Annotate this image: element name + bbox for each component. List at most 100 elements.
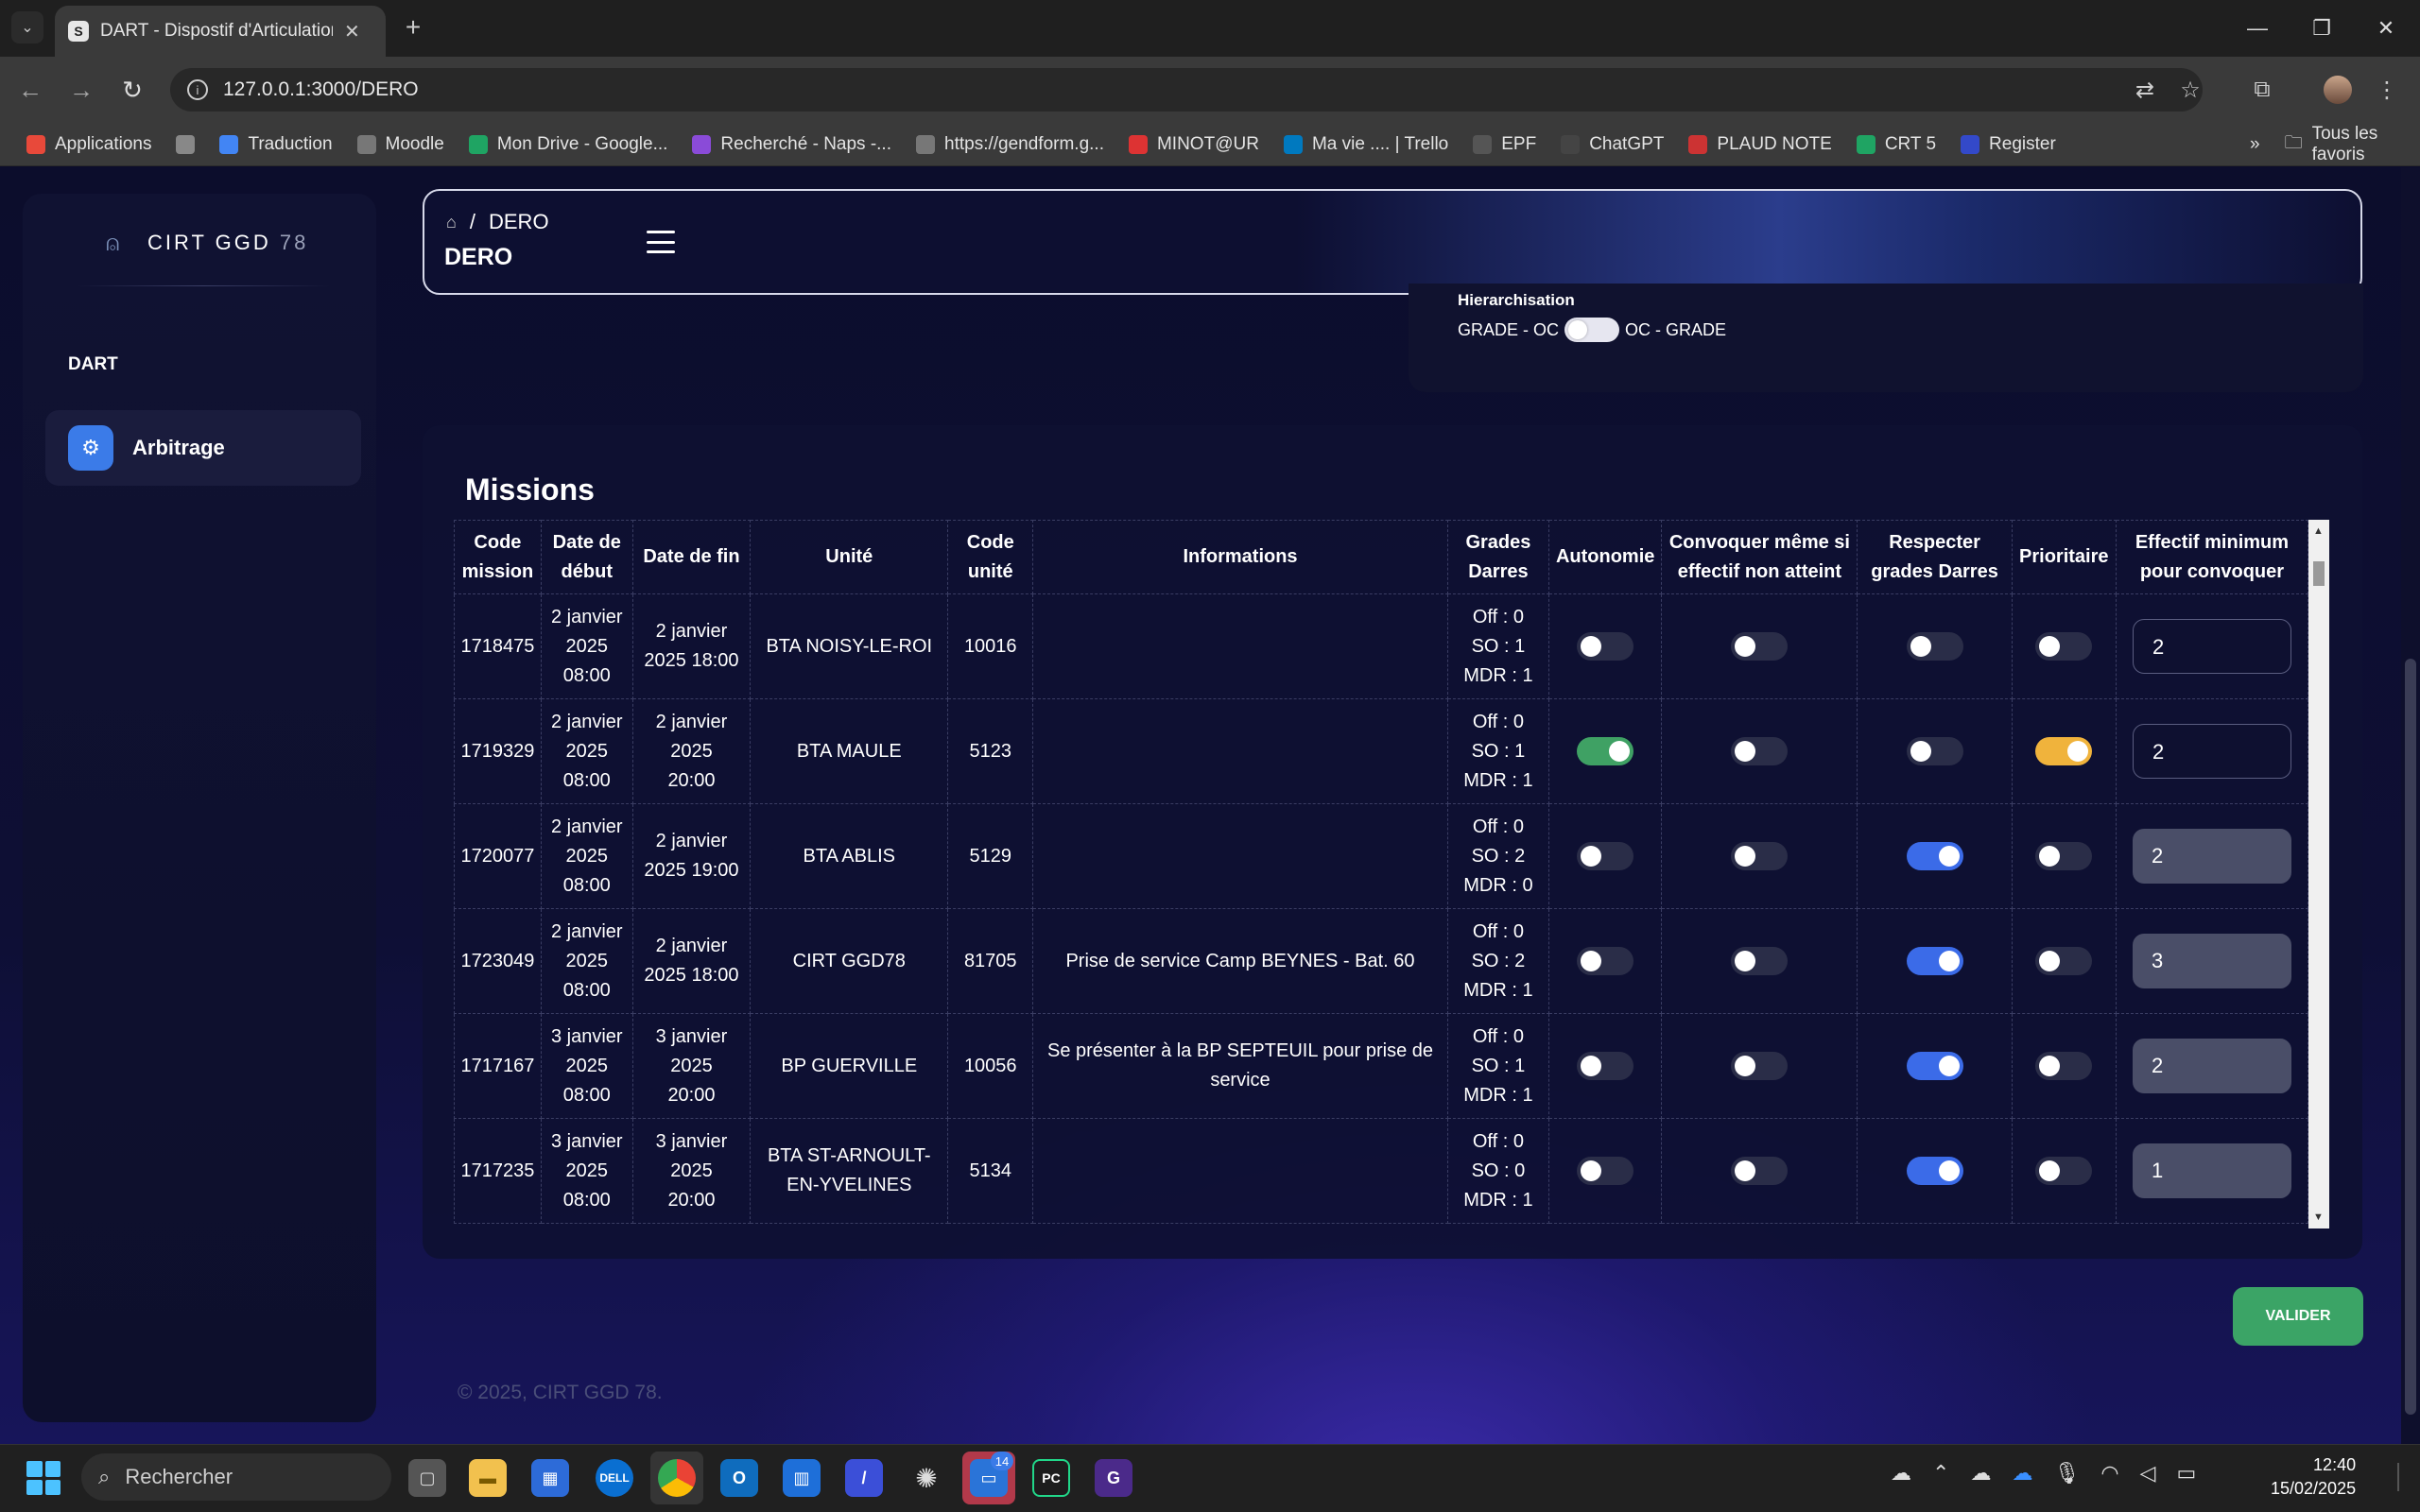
task-view-icon[interactable]: ▢: [408, 1459, 446, 1497]
extensions-icon[interactable]: ⧉: [2246, 74, 2278, 106]
file-explorer-icon[interactable]: ▬: [469, 1459, 507, 1497]
respecter-grades-toggle[interactable]: [1906, 737, 1963, 766]
close-tab-icon[interactable]: ✕: [344, 20, 360, 43]
convoquer-toggle[interactable]: [1731, 632, 1789, 662]
table-scrollbar[interactable]: ▲ ▼: [2308, 520, 2329, 1228]
bookmark-star-icon[interactable]: ☆: [2174, 74, 2206, 106]
page-scrollbar-thumb[interactable]: [2405, 659, 2416, 1415]
windows-start-icon[interactable]: [26, 1461, 60, 1495]
sidebar-section-title: DART: [68, 354, 118, 374]
show-desktop-button[interactable]: [2397, 1463, 2411, 1491]
respecter-grades-toggle[interactable]: [1906, 1157, 1963, 1186]
convoquer-toggle[interactable]: [1731, 737, 1789, 766]
convoquer-toggle[interactable]: [1731, 947, 1789, 976]
bookmark-item[interactable]: Ma vie .... | Trello: [1283, 134, 1448, 155]
reload-icon[interactable]: ↻: [113, 71, 151, 109]
bookmark-item[interactable]: EPF: [1473, 134, 1536, 155]
bookmark-item[interactable]: MINOT@UR: [1128, 134, 1259, 155]
sidebar-brand[interactable]: ⍝ CIRT GGD 78: [106, 231, 308, 256]
volume-icon[interactable]: ◁: [2140, 1461, 2156, 1486]
prioritaire-toggle[interactable]: [2035, 1157, 2093, 1186]
bookmark-item[interactable]: PLAUD NOTE: [1688, 134, 1832, 155]
weather-icon[interactable]: ☁: [1891, 1461, 1911, 1486]
hierarchisation-toggle[interactable]: [1564, 318, 1620, 342]
chrome-icon[interactable]: [658, 1459, 696, 1497]
onedrive-blue-icon[interactable]: ☁: [2012, 1461, 2032, 1486]
prioritaire-toggle[interactable]: [2035, 737, 2093, 766]
respecter-grades-toggle[interactable]: [1906, 632, 1963, 662]
pycharm-icon[interactable]: PC: [1032, 1459, 1070, 1497]
bookmark-item[interactable]: Register: [1961, 134, 2056, 155]
convoquer-toggle[interactable]: [1731, 842, 1789, 871]
microphone-icon[interactable]: 🎙: [2053, 1461, 2080, 1486]
taskbar-clock[interactable]: 12:40 15/02/2025: [2271, 1453, 2356, 1501]
app-g-icon[interactable]: G: [1095, 1459, 1132, 1497]
tray-chevron-icon[interactable]: ⌃: [1932, 1461, 1949, 1486]
browser-tab[interactable]: S DART - Dispostif d'Articulation de ✕: [55, 6, 386, 57]
new-tab-button[interactable]: +: [397, 11, 429, 43]
scroll-up-icon[interactable]: ▲: [2313, 525, 2324, 537]
bookmark-item[interactable]: [176, 134, 196, 154]
hamburger-menu-icon[interactable]: [647, 231, 675, 253]
trello-icon[interactable]: ▥: [783, 1459, 821, 1497]
wifi-icon[interactable]: ◠: [2100, 1461, 2118, 1486]
convoquer-toggle[interactable]: [1731, 1052, 1789, 1081]
tab-search-button[interactable]: ⌄: [11, 11, 43, 43]
bookmark-item[interactable]: Mon Drive - Google...: [468, 134, 667, 155]
menu-kebab-icon[interactable]: ⋮: [2371, 74, 2403, 106]
bookmark-item[interactable]: Applications: [26, 134, 151, 155]
close-window-icon[interactable]: ✕: [2367, 13, 2405, 43]
bookmark-item[interactable]: ChatGPT: [1561, 134, 1664, 155]
effectif-minimum-input[interactable]: 2: [2132, 829, 2291, 884]
linear-app-icon[interactable]: /: [845, 1459, 883, 1497]
minimize-icon[interactable]: —: [2238, 13, 2276, 43]
microsoft-store-icon[interactable]: ▦: [531, 1459, 569, 1497]
convoquer-toggle[interactable]: [1731, 1157, 1789, 1186]
chatgpt-icon[interactable]: ✺: [908, 1459, 945, 1497]
respecter-grades-toggle[interactable]: [1906, 1052, 1963, 1081]
more-bookmarks-icon[interactable]: »: [2250, 134, 2260, 155]
prioritaire-toggle[interactable]: [2035, 947, 2093, 976]
profile-avatar[interactable]: [2324, 76, 2352, 104]
all-bookmarks-link[interactable]: 🗀 Tous les favoris: [2285, 124, 2420, 165]
table-scrollbar-thumb[interactable]: [2313, 561, 2325, 586]
bookmark-item[interactable]: Traduction: [219, 134, 333, 155]
valider-button[interactable]: VALIDER: [2233, 1287, 2363, 1346]
effectif-minimum-input[interactable]: 2: [2132, 619, 2291, 674]
restore-icon[interactable]: ❐: [2303, 13, 2341, 43]
effectif-minimum-input[interactable]: 1: [2132, 1143, 2291, 1198]
bookmark-item[interactable]: Recherché - Naps -...: [692, 134, 891, 155]
outlook-icon[interactable]: O: [720, 1459, 758, 1497]
battery-icon[interactable]: ▭: [2177, 1461, 2197, 1486]
autonomie-toggle[interactable]: [1577, 842, 1634, 871]
sidebar-item-arbitrage[interactable]: ⚙ Arbitrage: [45, 410, 361, 486]
site-info-icon[interactable]: i: [187, 79, 208, 100]
effectif-minimum-input[interactable]: 2: [2132, 1039, 2291, 1093]
cell-grades-darres: Off : 0 SO : 2 MDR : 0: [1446, 803, 1549, 909]
back-icon[interactable]: ←: [11, 71, 49, 109]
bookmark-item[interactable]: CRT 5: [1856, 134, 1936, 155]
page-scrollbar[interactable]: [2401, 167, 2420, 1444]
prioritaire-toggle[interactable]: [2035, 1052, 2093, 1081]
home-icon[interactable]: ⌂: [446, 213, 457, 232]
forward-icon[interactable]: →: [62, 71, 100, 109]
translate-icon[interactable]: ⇄: [2129, 74, 2161, 106]
effectif-minimum-input[interactable]: 2: [2132, 724, 2291, 779]
prioritaire-toggle[interactable]: [2035, 632, 2093, 662]
respecter-grades-toggle[interactable]: [1906, 842, 1963, 871]
prioritaire-toggle[interactable]: [2035, 842, 2093, 871]
bookmark-item[interactable]: Moodle: [356, 134, 444, 155]
dell-icon[interactable]: DELL: [596, 1459, 633, 1497]
address-bar[interactable]: i 127.0.0.1:3000/DERO: [170, 68, 2203, 112]
effectif-minimum-input[interactable]: 3: [2132, 934, 2291, 988]
onedrive-icon[interactable]: ☁: [1970, 1461, 1991, 1486]
bookmark-item[interactable]: https://gendform.g...: [916, 134, 1104, 155]
respecter-grades-toggle[interactable]: [1906, 947, 1963, 976]
autonomie-toggle[interactable]: [1577, 737, 1634, 766]
autonomie-toggle[interactable]: [1577, 1052, 1634, 1081]
taskbar-search[interactable]: ⌕ Rechercher: [81, 1453, 391, 1501]
autonomie-toggle[interactable]: [1577, 632, 1634, 662]
scroll-down-icon[interactable]: ▼: [2313, 1211, 2324, 1223]
autonomie-toggle[interactable]: [1577, 947, 1634, 976]
autonomie-toggle[interactable]: [1577, 1157, 1634, 1186]
